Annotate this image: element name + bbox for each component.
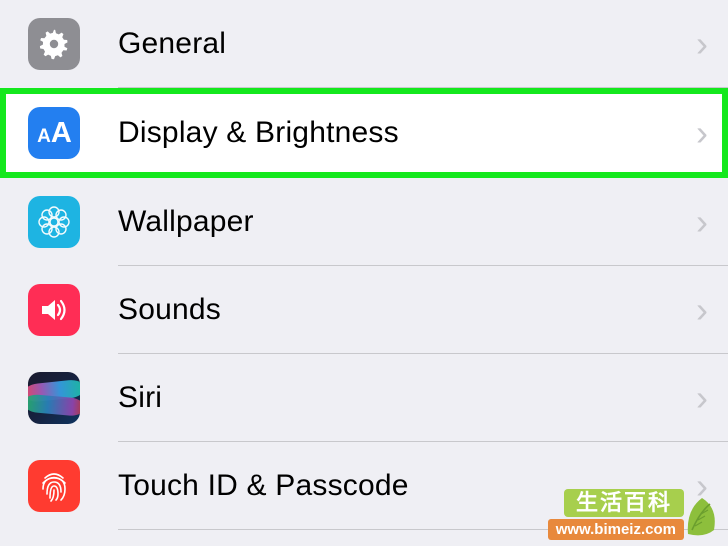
chevron-right-icon: › — [696, 115, 708, 151]
speaker-icon — [28, 284, 80, 336]
watermark-title: 生活百科 — [564, 489, 684, 517]
settings-row-label: General — [118, 27, 696, 61]
settings-row-wallpaper[interactable]: Wallpaper › — [0, 178, 728, 266]
settings-row-sounds[interactable]: Sounds › — [0, 266, 728, 354]
gear-icon — [28, 18, 80, 70]
settings-row-siri[interactable]: Siri › — [0, 354, 728, 442]
chevron-right-icon: › — [696, 292, 708, 328]
chevron-right-icon: › — [696, 204, 708, 240]
chevron-right-icon: › — [696, 380, 708, 416]
chevron-right-icon: › — [696, 26, 708, 62]
settings-row-label: Sounds — [118, 293, 696, 327]
siri-icon — [28, 372, 80, 424]
fingerprint-icon — [28, 460, 80, 512]
text-size-icon: AA — [28, 107, 80, 159]
flower-icon — [28, 196, 80, 248]
settings-row-general[interactable]: General › — [0, 0, 728, 88]
leaf-icon — [680, 490, 722, 538]
watermark: 生活百科 www.bimeiz.com — [548, 489, 722, 540]
settings-row-label: Siri — [118, 381, 696, 415]
settings-row-label: Display & Brightness — [118, 116, 696, 150]
watermark-url: www.bimeiz.com — [548, 519, 684, 540]
settings-row-label: Wallpaper — [118, 205, 696, 239]
settings-list: General › AA Display & Brightness › — [0, 0, 728, 530]
settings-row-display[interactable]: AA Display & Brightness › — [0, 88, 728, 178]
